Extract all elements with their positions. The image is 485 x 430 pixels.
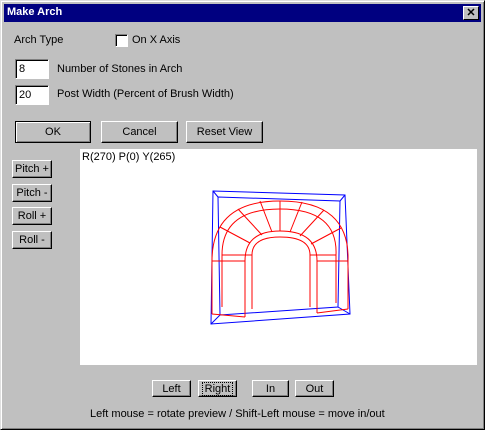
mouse-hint: Left mouse = rotate preview / Shift-Left… [90, 408, 385, 420]
stones-count-label: Number of Stones in Arch [57, 63, 183, 75]
make-arch-dialog: Make Arch ✕ Arch Type On X Axis Number o… [0, 0, 485, 430]
reset-view-button[interactable]: Reset View [186, 121, 263, 143]
right-post-base [316, 308, 349, 314]
brush-inner-outline [217, 196, 341, 316]
ok-button[interactable]: OK [15, 121, 91, 143]
arch-wireframe [210, 190, 351, 325]
on-x-axis-label[interactable]: On X Axis [132, 34, 180, 46]
pitch-plus-button[interactable]: Pitch + [12, 160, 52, 178]
in-button[interactable]: In [252, 380, 289, 397]
out-button[interactable]: Out [295, 380, 334, 397]
post-width-label: Post Width (Percent of Brush Width) [57, 88, 234, 100]
title-bar[interactable]: Make Arch ✕ [4, 4, 481, 22]
stone-joint [259, 200, 273, 233]
arch-preview-viewport[interactable]: R(270) P(0) Y(265) [80, 149, 477, 365]
arch-inner-curve-back [251, 236, 311, 256]
left-button[interactable]: Left [152, 380, 191, 397]
post-width-input[interactable] [15, 85, 49, 105]
arch-type-label: Arch Type [14, 34, 64, 46]
cancel-button[interactable]: Cancel [101, 121, 178, 143]
roll-plus-button[interactable]: Roll + [12, 207, 52, 225]
stone-joint [219, 226, 251, 244]
roll-minus-button[interactable]: Roll - [12, 231, 52, 249]
stone-joint [310, 227, 342, 245]
arch-inner-curve [244, 230, 318, 262]
close-icon: ✕ [466, 7, 476, 19]
stone-joint [289, 201, 303, 233]
right-button[interactable]: Right [198, 380, 237, 397]
window-title: Make Arch [7, 6, 63, 18]
frame-edge [210, 314, 221, 325]
pitch-minus-button[interactable]: Pitch - [12, 184, 52, 202]
frame-edge [339, 194, 346, 202]
on-x-axis-checkbox[interactable] [115, 34, 128, 47]
frame-edge [212, 190, 219, 198]
close-button[interactable]: ✕ [463, 6, 479, 20]
stones-count-input[interactable] [15, 59, 49, 79]
